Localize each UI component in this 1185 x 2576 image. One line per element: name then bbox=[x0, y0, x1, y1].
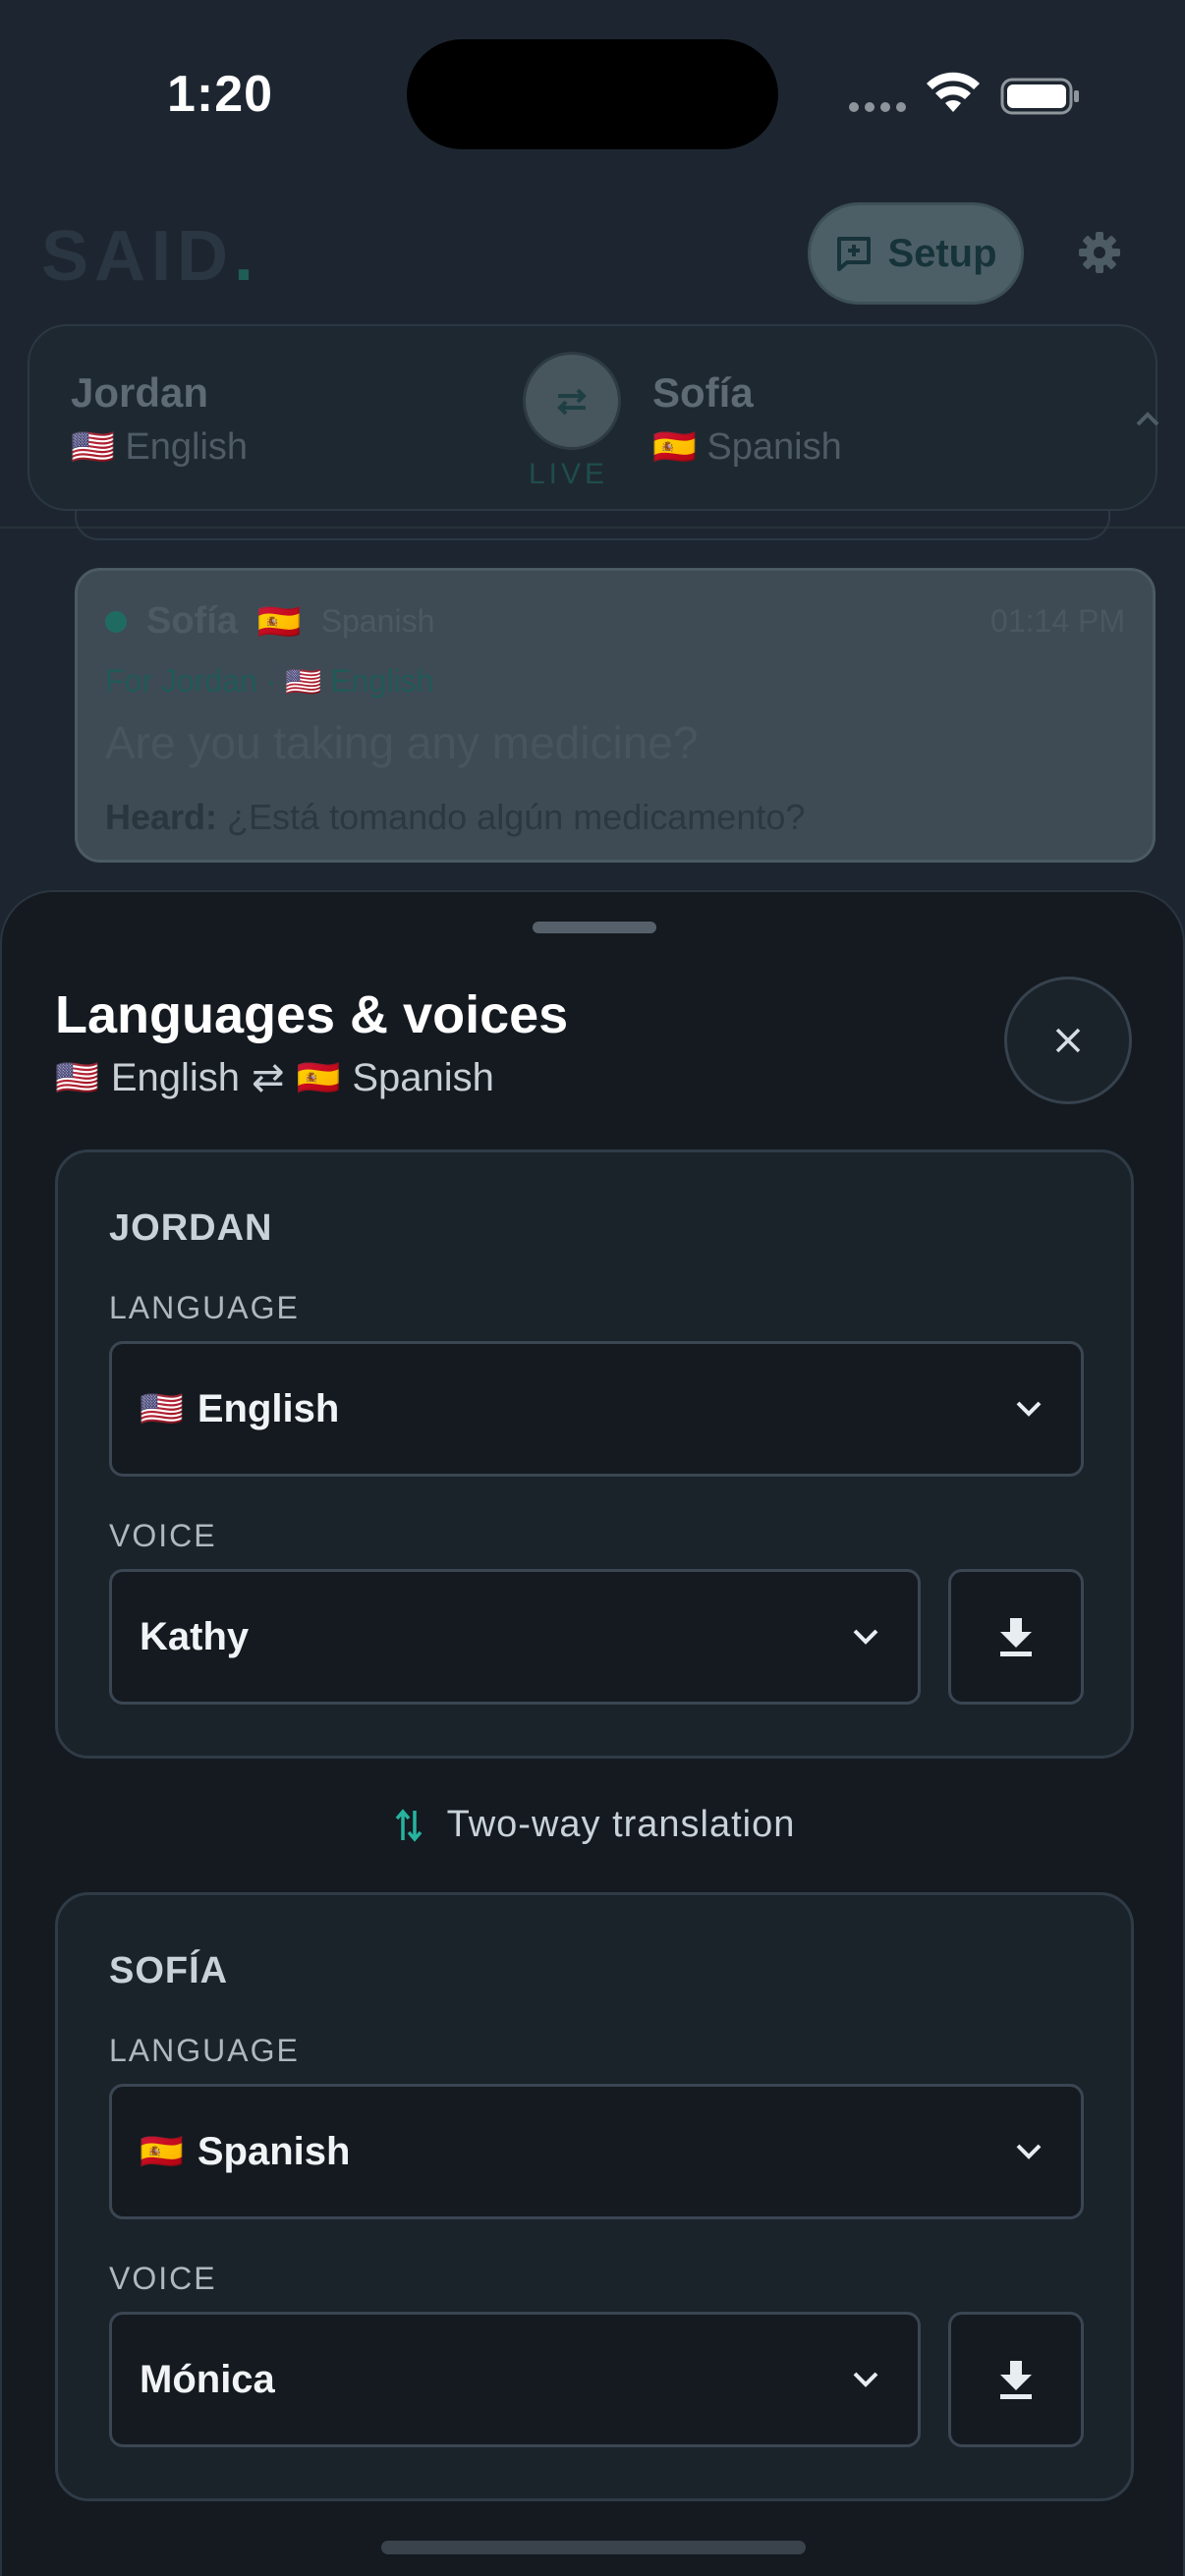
speaker-a: Jordan 🇺🇸 English bbox=[71, 369, 248, 469]
home-indicator[interactable] bbox=[381, 2541, 806, 2554]
speaker-b-name: Sofía bbox=[652, 369, 754, 416]
previous-message-card bbox=[75, 511, 1110, 540]
message-translation: Are you taking any medicine? bbox=[105, 717, 699, 768]
chevron-up-icon[interactable] bbox=[1130, 405, 1165, 434]
close-icon bbox=[1055, 1028, 1081, 1053]
conversation-header-card[interactable]: Jordan 🇺🇸 English LIVE Sofía 🇪🇸 Spanish bbox=[28, 324, 1159, 511]
speaker-b: Sofía 🇪🇸 Spanish bbox=[652, 369, 842, 469]
voice-select[interactable]: Kathy bbox=[109, 1569, 921, 1705]
sheet-subtitle: 🇺🇸 English ⇄ 🇪🇸 Spanish bbox=[55, 1055, 494, 1100]
two-way-translation: Two-way translation bbox=[2, 1804, 1185, 1846]
download-voice-button[interactable] bbox=[948, 1569, 1084, 1705]
speaker-status-dot bbox=[105, 610, 127, 633]
chevron-down-icon bbox=[853, 2372, 878, 2387]
chevron-down-icon bbox=[1016, 1401, 1042, 1417]
download-icon bbox=[1000, 1618, 1032, 1656]
language-flag: 🇺🇸 bbox=[140, 1388, 184, 1428]
panel-speaker-name: SOFÍA bbox=[109, 1950, 229, 1991]
setup-button[interactable]: Setup bbox=[808, 202, 1024, 305]
swap-speakers-button[interactable] bbox=[523, 352, 621, 450]
swap-arrows-icon bbox=[557, 388, 587, 416]
message-speaker: Sofía bbox=[146, 600, 238, 642]
language-label: LANGUAGE bbox=[109, 1290, 300, 1325]
message-header: Sofía 🇪🇸 Spanish 01:14 PM bbox=[105, 600, 1125, 643]
message-card: Sofía 🇪🇸 Spanish 01:14 PM For Jordan · 🇺… bbox=[75, 568, 1156, 863]
message-for-line: For Jordan · 🇺🇸 English bbox=[105, 663, 434, 699]
message-plus-icon bbox=[837, 237, 872, 271]
speaker-b-language: 🇪🇸 Spanish bbox=[652, 426, 842, 468]
language-label: LANGUAGE bbox=[109, 2033, 300, 2068]
app-logo: SAID. bbox=[41, 217, 260, 296]
sheet-grabber[interactable] bbox=[533, 922, 656, 933]
voice-value: Kathy bbox=[140, 1614, 250, 1658]
language-flag: 🇪🇸 bbox=[140, 2131, 184, 2171]
voice-value: Mónica bbox=[140, 2357, 275, 2401]
live-label: LIVE bbox=[529, 458, 609, 490]
gear-icon[interactable] bbox=[1077, 230, 1122, 275]
speaker-panel-jordan: JORDAN LANGUAGE 🇺🇸 English VOICE Kathy bbox=[55, 1149, 1134, 1759]
speaker-a-language: 🇺🇸 English bbox=[71, 426, 249, 468]
sheet-title: Languages & voices bbox=[55, 985, 569, 1044]
message-language: Spanish bbox=[320, 603, 435, 639]
setup-label: Setup bbox=[887, 231, 997, 275]
voice-label: VOICE bbox=[109, 2261, 217, 2296]
chevron-down-icon bbox=[853, 1629, 878, 1645]
screen: 1:20 SAID. Setup Jordan 🇺🇸 English LIVE … bbox=[0, 0, 1185, 2576]
language-value: Spanish bbox=[197, 2129, 351, 2173]
speaker-panel-sofia: SOFÍA LANGUAGE 🇪🇸 Spanish VOICE Mónica bbox=[55, 1892, 1134, 2501]
two-way-label: Two-way translation bbox=[446, 1804, 796, 1845]
chevron-down-icon bbox=[1016, 2144, 1042, 2159]
voice-label: VOICE bbox=[109, 1518, 217, 1553]
language-select[interactable]: 🇪🇸 Spanish bbox=[109, 2084, 1084, 2219]
language-value: English bbox=[197, 1386, 340, 1430]
message-flag: 🇪🇸 bbox=[256, 600, 302, 642]
languages-voices-sheet: Languages & voices 🇺🇸 English ⇄ 🇪🇸 Spani… bbox=[0, 890, 1185, 2576]
panel-speaker-name: JORDAN bbox=[109, 1207, 273, 1249]
speaker-a-name: Jordan bbox=[71, 369, 209, 416]
swap-vertical-icon bbox=[395, 1808, 422, 1842]
download-icon bbox=[1000, 2361, 1032, 2399]
language-select[interactable]: 🇺🇸 English bbox=[109, 1341, 1084, 1477]
message-time: 01:14 PM bbox=[990, 603, 1125, 639]
voice-select[interactable]: Mónica bbox=[109, 2312, 921, 2447]
download-voice-button[interactable] bbox=[948, 2312, 1084, 2447]
message-heard: Heard: ¿Está tomando algún medicamento? bbox=[105, 797, 806, 837]
close-button[interactable] bbox=[1004, 977, 1132, 1104]
